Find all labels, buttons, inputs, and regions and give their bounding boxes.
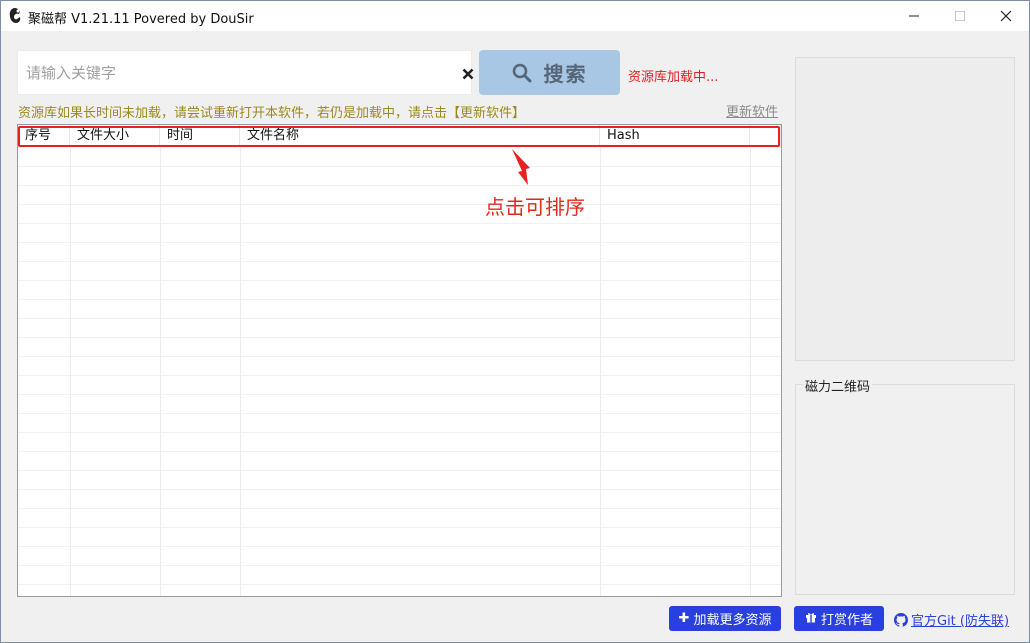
search-button[interactable]: 搜索: [479, 50, 620, 95]
clear-search-button[interactable]: [458, 64, 478, 84]
search-input[interactable]: [26, 61, 426, 85]
table-row: [18, 490, 781, 509]
column-header-hash[interactable]: Hash: [600, 125, 750, 147]
table-row: [18, 243, 781, 262]
official-git-link[interactable]: 官方Git (防失联): [894, 610, 1009, 629]
table-row: [18, 186, 781, 205]
donate-button[interactable]: 打赏作者: [794, 606, 884, 631]
plus-icon: ✚: [678, 611, 690, 626]
table-row: [18, 205, 781, 224]
table-row: [18, 338, 781, 357]
column-divider: [70, 148, 71, 596]
annotation-arrow-icon: [512, 149, 530, 185]
table-header: 序号 文件大小 时间 文件名称 Hash: [18, 125, 781, 147]
table-row: [18, 148, 781, 167]
title-bar[interactable]: 聚磁帮 V1.21.11 Povered by DouSir: [1, 1, 1029, 31]
gift-icon: [805, 611, 817, 627]
table-row: [18, 357, 781, 376]
qr-code-legend: 磁力二维码: [803, 376, 873, 395]
update-software-link[interactable]: 更新软件: [726, 101, 778, 120]
table-row: [18, 509, 781, 528]
table-row: [18, 395, 781, 414]
table-row: [18, 566, 781, 585]
table-row: [18, 471, 781, 490]
side-image-panel: [795, 57, 1015, 361]
hint-text: 资源库如果长时间未加载，请尝试重新打开本软件，若仍是加载中，请点击【更新软件】: [18, 106, 526, 121]
app-logo-icon: [7, 7, 23, 25]
load-more-label: 加载更多资源: [693, 613, 772, 628]
table-row: [18, 262, 781, 281]
column-divider: [160, 148, 161, 596]
table-body: [18, 148, 781, 596]
column-divider: [750, 148, 751, 596]
qr-code-panel: [795, 384, 1015, 595]
close-button[interactable]: [983, 1, 1029, 31]
table-row: [18, 224, 781, 243]
minimize-button[interactable]: [891, 1, 937, 31]
github-icon: [894, 612, 908, 627]
donate-label: 打赏作者: [820, 613, 873, 628]
app-window: 聚磁帮 V1.21.11 Povered by DouSir 搜索 资源库加载中…: [0, 0, 1030, 643]
table-row: [18, 319, 781, 338]
minimize-icon: [909, 15, 919, 17]
annotation-text: 点击可排序: [485, 195, 585, 219]
search-button-label: 搜索: [543, 62, 588, 86]
results-table[interactable]: 序号 文件大小 时间 文件名称 Hash: [17, 124, 782, 597]
column-header-filename[interactable]: 文件名称: [240, 125, 600, 147]
table-row: [18, 452, 781, 471]
table-row: [18, 300, 781, 319]
column-divider: [600, 148, 601, 596]
table-row: [18, 376, 781, 395]
column-header-time[interactable]: 时间: [160, 125, 240, 147]
column-divider: [240, 148, 241, 596]
close-icon: [1000, 10, 1012, 22]
search-icon: [512, 63, 531, 82]
window-title: 聚磁帮 V1.21.11 Povered by DouSir: [28, 12, 254, 27]
table-row: [18, 281, 781, 300]
table-row: [18, 433, 781, 452]
column-header-index[interactable]: 序号: [18, 125, 70, 147]
table-row: [18, 547, 781, 566]
table-row: [18, 528, 781, 547]
maximize-button[interactable]: [937, 1, 983, 31]
table-row: [18, 414, 781, 433]
table-row: [18, 167, 781, 186]
official-git-label: 官方Git (防失联): [911, 614, 1010, 629]
column-header-extra[interactable]: [750, 125, 781, 147]
search-box: [17, 50, 474, 95]
load-more-button[interactable]: ✚ 加载更多资源: [669, 606, 781, 631]
close-x-icon: [462, 68, 474, 80]
loading-status: 资源库加载中...: [628, 70, 719, 85]
column-header-size[interactable]: 文件大小: [70, 125, 160, 147]
maximize-icon: [955, 11, 965, 21]
